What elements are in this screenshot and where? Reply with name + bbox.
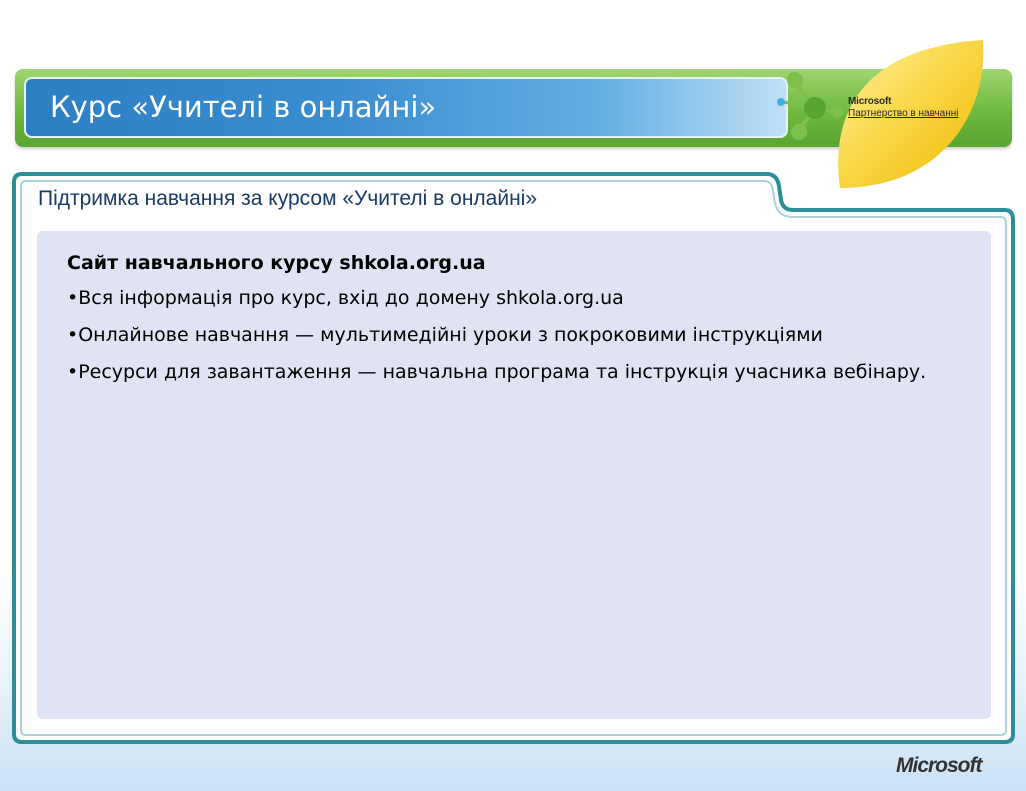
microsoft-logo: Microsoft: [896, 754, 982, 777]
section-title: Підтримка навчання за курсом «Учителі в …: [38, 187, 538, 210]
list-item: •Ресурси для завантаження — навчальна пр…: [67, 361, 927, 383]
content-text: Сайт навчального курсу shkola.org.ua •Вс…: [67, 248, 977, 395]
partner-text: Партнерство в навчанні: [848, 108, 959, 119]
partner-logo: Microsoft Партнерство в навчанні: [848, 96, 959, 119]
content-heading: Сайт навчального курсу shkola.org.ua: [67, 252, 486, 274]
list-item: •Онлайнове навчання — мультимедійні урок…: [67, 324, 823, 346]
list-item: •Вся інформація про курс, вхід до домену…: [67, 287, 624, 309]
page-title: Курс «Учителі в онлайні»: [50, 90, 437, 124]
partner-brand: Microsoft: [848, 96, 892, 107]
